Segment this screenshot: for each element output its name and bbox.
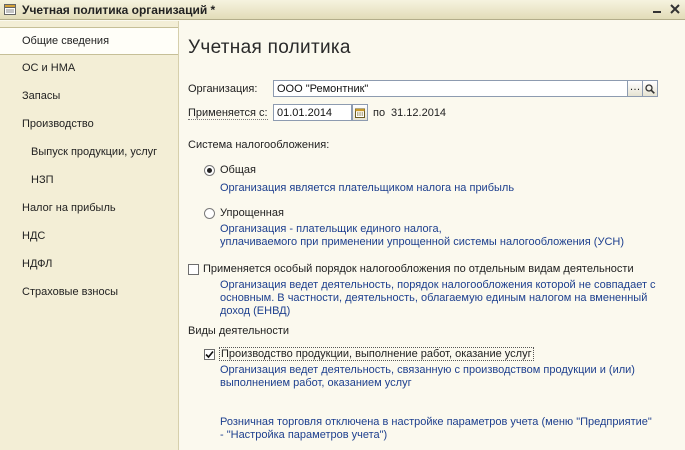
sidebar-item-label: НДФЛ [22, 258, 53, 270]
applies-to-value: 31.12.2014 [391, 107, 447, 119]
description-line: Организация ведет деятельность, связанну… [220, 364, 635, 376]
special-order-label[interactable]: Применяется особый порядок налогообложен… [203, 263, 634, 275]
calendar-button[interactable] [352, 104, 368, 121]
sidebar-item-inventory[interactable]: Запасы [0, 83, 178, 109]
ellipsis-icon: … [629, 81, 641, 93]
description-line: Организация ведет деятельность, порядок … [220, 279, 656, 291]
tax-option-simplified-radio[interactable] [204, 208, 215, 219]
sidebar-item-output[interactable]: Выпуск продукции, услуг [0, 139, 178, 165]
sidebar-item-vat[interactable]: НДС [0, 223, 178, 249]
close-icon[interactable] [669, 3, 681, 15]
applies-from-label: Применяется с: [188, 107, 268, 120]
tax-option-general-description: Организация является плательщиком налога… [220, 182, 515, 194]
activities-label: Виды деятельности [188, 325, 290, 337]
description-line: выполнением работ, оказанием услуг [220, 377, 412, 389]
sidebar-item-label: Выпуск продукции, услуг [31, 146, 158, 158]
sidebar-item-label: Производство [22, 118, 94, 130]
organization-field[interactable]: ООО "Ремонтник" [273, 80, 628, 97]
sidebar-item-label: Страховые взносы [22, 286, 118, 298]
sidebar-item-fixed-assets[interactable]: ОС и НМА [0, 55, 178, 81]
special-order-description: Организация ведет деятельность, порядок … [220, 279, 656, 318]
page-title: Учетная политика [188, 37, 351, 58]
window-titlebar: Учетная политика организаций * [0, 0, 685, 20]
sidebar-item-label: Налог на прибыль [22, 202, 116, 214]
sidebar-item-wip[interactable]: НЗП [0, 167, 178, 193]
tax-system-label: Система налогообложения: [188, 139, 330, 151]
select-button[interactable]: … [627, 80, 643, 97]
sidebar-item-label: ОС и НМА [22, 62, 76, 74]
note-line: Розничная торговля отключена в настройке… [220, 416, 652, 428]
special-order-checkbox[interactable] [188, 264, 199, 275]
sidebar-item-label: НЗП [31, 174, 54, 186]
checkmark-icon [205, 350, 214, 359]
tax-option-general-radio[interactable] [204, 165, 215, 176]
production-description: Организация ведет деятельность, связанну… [220, 364, 635, 390]
description-line: основным. В частности, деятельность, обл… [220, 292, 648, 304]
description-line: доход (ЕНВД) [220, 305, 291, 317]
calendar-icon [355, 108, 365, 118]
sidebar-item-production[interactable]: Производство [0, 111, 178, 137]
sidebar-item-label: НДС [22, 230, 46, 242]
sidebar-item-label: Общие сведения [22, 35, 110, 47]
sidebar-item-profit-tax[interactable]: Налог на прибыль [0, 195, 178, 221]
retail-note: Розничная торговля отключена в настройке… [220, 416, 652, 442]
sidebar-item-insurance[interactable]: Страховые взносы [0, 279, 178, 305]
sidebar: Общие сведения ОС и НМА Запасы Производс… [0, 21, 179, 450]
sidebar-item-ndfl[interactable]: НДФЛ [0, 251, 178, 277]
applies-to-label: по [373, 107, 386, 119]
main-panel: Учетная политика Организация: ООО "Ремон… [178, 21, 685, 450]
minimize-icon[interactable] [651, 3, 663, 15]
tax-option-general-label[interactable]: Общая [220, 164, 256, 176]
organization-label: Организация: [188, 83, 258, 95]
tax-option-simplified-description: Организация - плательщик единого налога,… [220, 223, 624, 249]
window-title: Учетная политика организаций * [22, 3, 216, 17]
description-line: уплачиваемого при применении упрощенной … [220, 236, 625, 248]
open-button[interactable] [642, 80, 658, 97]
magnifier-icon [645, 83, 655, 94]
description-line: Организация - плательщик единого налога, [220, 223, 442, 235]
production-checkbox[interactable] [204, 349, 215, 360]
sidebar-item-label: Запасы [22, 90, 61, 102]
sidebar-item-general[interactable]: Общие сведения [0, 27, 178, 55]
applies-from-field[interactable]: 01.01.2014 [273, 104, 352, 121]
tax-option-simplified-label[interactable]: Упрощенная [220, 207, 284, 219]
production-label[interactable]: Производство продукции, выполнение работ… [219, 347, 534, 361]
document-icon [4, 4, 16, 15]
note-line: - "Настройка параметров учета") [220, 429, 388, 441]
